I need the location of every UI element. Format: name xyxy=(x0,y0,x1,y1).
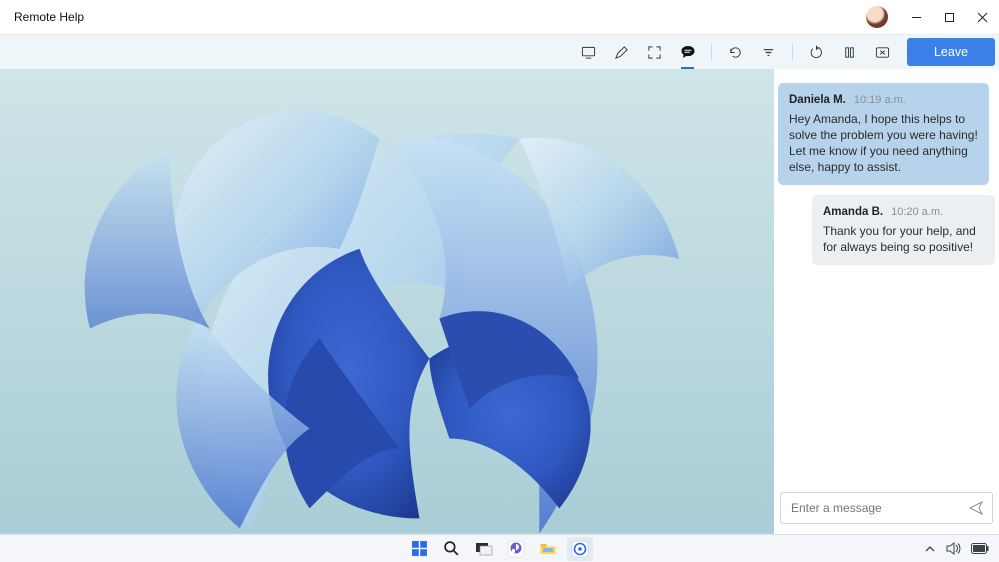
leave-button-label: Leave xyxy=(934,45,968,59)
annotate-button[interactable] xyxy=(605,35,638,69)
close-button[interactable] xyxy=(966,0,999,35)
teams-icon xyxy=(507,540,525,558)
pencil-icon xyxy=(614,45,629,60)
search-icon xyxy=(443,540,460,557)
explorer-button[interactable] xyxy=(535,537,561,561)
pause-icon xyxy=(842,45,857,60)
window-title: Remote Help xyxy=(14,10,84,24)
minimize-button[interactable] xyxy=(900,0,933,35)
desktop-wallpaper xyxy=(0,69,774,533)
fit-screen-button[interactable] xyxy=(638,35,671,69)
message-body: Hey Amanda, I hope this helps to solve t… xyxy=(789,111,978,176)
system-tray xyxy=(924,542,989,555)
title-bar: Remote Help xyxy=(0,0,999,35)
stop-screen-icon xyxy=(875,45,890,60)
remote-help-button[interactable] xyxy=(567,537,593,561)
workspace: Daniela M. 10:19 a.m. Hey Amanda, I hope… xyxy=(0,69,999,534)
user-avatar[interactable] xyxy=(866,6,888,28)
chat-text-input[interactable] xyxy=(791,501,968,515)
leave-button[interactable]: Leave xyxy=(907,38,995,66)
remote-help-icon xyxy=(571,540,589,558)
start-button[interactable] xyxy=(407,537,433,561)
remote-screen[interactable] xyxy=(0,69,774,534)
view-screen-button[interactable] xyxy=(572,35,605,69)
message-sender: Amanda B. xyxy=(823,205,883,221)
task-view-icon xyxy=(475,540,493,558)
toolbar-separator xyxy=(711,43,712,61)
search-button[interactable] xyxy=(439,537,465,561)
end-session-button[interactable] xyxy=(866,35,899,69)
message-time: 10:20 a.m. xyxy=(891,205,943,220)
teams-button[interactable] xyxy=(503,537,529,561)
chat-input-box[interactable] xyxy=(780,492,993,524)
restart-icon xyxy=(809,45,824,60)
toolbar: Leave xyxy=(0,35,999,69)
expand-icon xyxy=(647,45,662,60)
battery-icon xyxy=(971,543,989,554)
message-sender: Daniela M. xyxy=(789,93,846,109)
send-button[interactable] xyxy=(968,500,984,516)
volume-button[interactable] xyxy=(946,542,961,555)
chat-message-incoming: Daniela M. 10:19 a.m. Hey Amanda, I hope… xyxy=(778,83,989,185)
task-view-button[interactable] xyxy=(471,537,497,561)
battery-button[interactable] xyxy=(971,543,989,554)
toolbar-separator xyxy=(792,43,793,61)
taskbar-center xyxy=(407,537,593,561)
restart-button[interactable] xyxy=(800,35,833,69)
taskbar xyxy=(0,534,999,562)
folder-icon xyxy=(539,540,557,558)
close-icon xyxy=(977,12,988,23)
chevron-up-icon xyxy=(924,543,936,555)
windows-icon xyxy=(411,540,428,557)
chat-message-outgoing: Amanda B. 10:20 a.m. Thank you for your … xyxy=(812,195,995,265)
refresh-icon xyxy=(728,45,743,60)
message-time: 10:19 a.m. xyxy=(854,93,906,108)
refresh-button[interactable] xyxy=(719,35,752,69)
monitor-icon xyxy=(581,45,596,60)
chat-icon xyxy=(680,44,696,60)
speaker-icon xyxy=(946,542,961,555)
send-icon xyxy=(968,500,984,516)
settings-lines-icon xyxy=(761,45,776,60)
maximize-icon xyxy=(944,12,955,23)
chat-panel: Daniela M. 10:19 a.m. Hey Amanda, I hope… xyxy=(774,69,999,534)
window-controls xyxy=(866,0,999,34)
pause-button[interactable] xyxy=(833,35,866,69)
maximize-button[interactable] xyxy=(933,0,966,35)
tray-overflow-button[interactable] xyxy=(924,543,936,555)
chat-button[interactable] xyxy=(671,35,704,69)
message-body: Thank you for your help, and for always … xyxy=(823,223,984,255)
minimize-icon xyxy=(911,12,922,23)
settings-button[interactable] xyxy=(752,35,785,69)
